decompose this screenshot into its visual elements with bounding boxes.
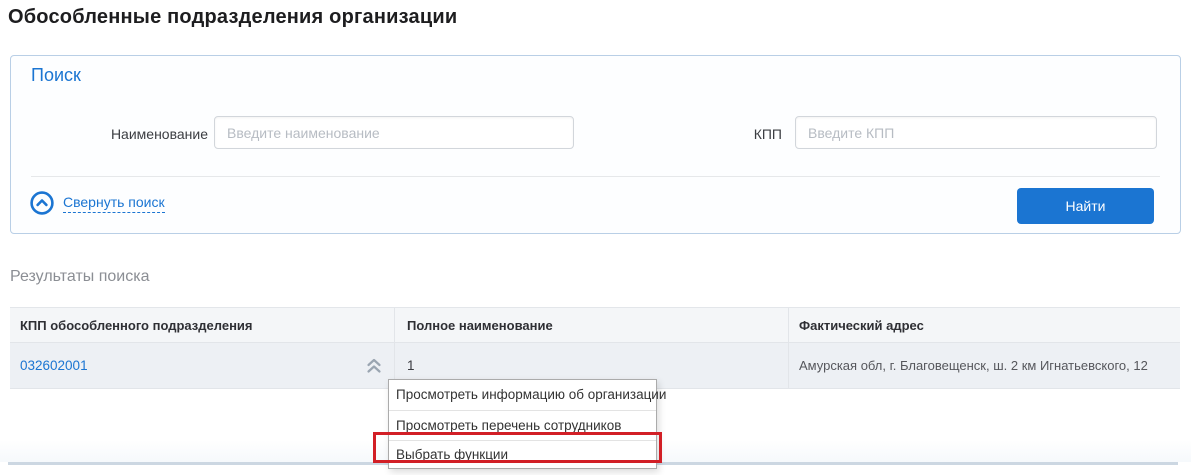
column-header-address: Фактический адрес (788, 308, 1180, 342)
search-panel: Поиск Наименование КПП Свернуть поиск На… (10, 55, 1181, 234)
results-title: Результаты поиска (10, 268, 149, 286)
menu-item-view-org-info[interactable]: Просмотреть информацию об организации (389, 380, 656, 410)
kpp-input[interactable] (795, 116, 1157, 149)
address-cell: Амурская обл, г. Благовещенск, ш. 2 км И… (788, 343, 1180, 388)
panel-divider (31, 176, 1160, 177)
kpp-field-label: КПП (611, 126, 782, 142)
menu-item-select-functions[interactable]: Выбрать функции (389, 440, 656, 468)
column-header-kpp: КПП обособленного подразделения (10, 308, 394, 342)
collapse-search-label: Свернуть поиск (63, 194, 165, 213)
row-context-menu: Просмотреть информацию об организации Пр… (388, 379, 657, 469)
search-panel-title: Поиск (31, 65, 81, 86)
column-header-full-name: Полное наименование (394, 308, 788, 342)
address-value: Амурская обл, г. Благовещенск, ш. 2 км И… (799, 358, 1148, 373)
results-table: КПП обособленного подразделения Полное н… (10, 307, 1180, 389)
full-name-value: 1 (407, 358, 415, 373)
find-button[interactable]: Найти (1017, 188, 1154, 224)
collapse-search-link[interactable]: Свернуть поиск (30, 191, 165, 215)
double-chevron-up-icon[interactable] (364, 356, 384, 375)
kpp-link[interactable]: 032602001 (20, 358, 88, 373)
name-field-label: Наименование (11, 126, 208, 142)
chevron-up-circle-icon (30, 191, 54, 215)
kpp-cell: 032602001 (10, 343, 394, 388)
page-title: Обособленные подразделения организации (8, 6, 457, 29)
menu-item-view-employees[interactable]: Просмотреть перечень сотрудников (389, 410, 656, 440)
name-input[interactable] (214, 116, 574, 149)
table-header-row: КПП обособленного подразделения Полное н… (10, 307, 1180, 343)
